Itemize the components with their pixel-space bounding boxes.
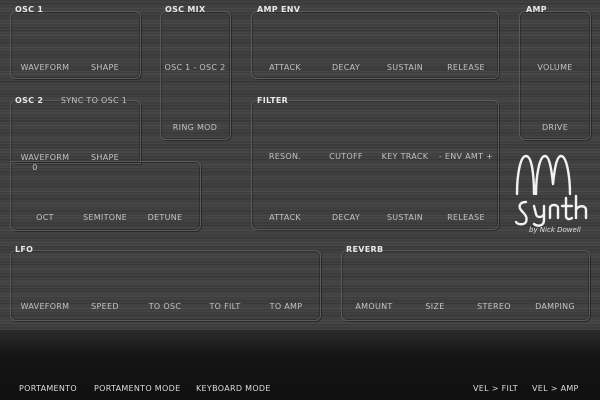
osc-mix-frame	[160, 11, 231, 140]
reverb-stereo-control[interactable]: STEREO	[477, 302, 511, 311]
amp-volume-control[interactable]: VOLUME	[537, 63, 572, 72]
filter-cutoff-control[interactable]: CUTOFF	[329, 152, 363, 161]
osc2-detune-control[interactable]: DETUNE	[148, 213, 183, 222]
osc1-shape-control[interactable]: SHAPE	[91, 63, 119, 72]
amsynth-logo	[514, 154, 588, 227]
amp-env-title: AMP ENV	[257, 5, 301, 14]
amp-env-sustain-control[interactable]: SUSTAIN	[387, 63, 423, 72]
osc-mix-title: OSC MIX	[165, 5, 206, 14]
portamento-mode-selector[interactable]: PORTAMENTO MODE	[94, 384, 180, 393]
filter-decay-control[interactable]: DECAY	[332, 213, 360, 222]
ring-mod-control[interactable]: RING MOD	[173, 123, 217, 132]
osc2-waveform-control[interactable]: WAVEFORM	[21, 153, 70, 162]
vel-filt-control[interactable]: VEL > FILT	[473, 384, 518, 393]
lfo-to-osc-control[interactable]: TO OSC	[149, 302, 182, 311]
filter-key-track-control[interactable]: KEY TRACK	[382, 152, 429, 161]
amp-env-attack-control[interactable]: ATTACK	[269, 63, 301, 72]
lfo-to-filt-control[interactable]: TO FILT	[209, 302, 240, 311]
reverb-damping-control[interactable]: DAMPING	[535, 302, 575, 311]
filter-attack-control[interactable]: ATTACK	[269, 213, 301, 222]
synth-panel: OSC 1 WAVEFORM SHAPE OSC MIX OSC 1 - OSC…	[0, 0, 600, 330]
osc2-oct-control[interactable]: OCT	[36, 213, 54, 222]
osc1-title: OSC 1	[15, 5, 44, 14]
amp-frame	[519, 11, 591, 140]
filter-release-control[interactable]: RELEASE	[447, 213, 485, 222]
filter-title: FILTER	[257, 96, 289, 105]
osc2-sync-toggle[interactable]: SYNC TO OSC 1	[61, 96, 127, 105]
reverb-size-control[interactable]: SIZE	[425, 302, 444, 311]
filter-frame	[251, 100, 499, 230]
vel-amp-control[interactable]: VEL > AMP	[532, 384, 579, 393]
amp-title: AMP	[526, 5, 547, 14]
reverb-amount-control[interactable]: AMOUNT	[355, 302, 392, 311]
logo-credit: by Nick Dowell	[529, 226, 581, 234]
lfo-title: LFO	[15, 245, 34, 254]
amp-drive-control[interactable]: DRIVE	[542, 123, 568, 132]
osc2-semitone-control[interactable]: SEMITONE	[83, 213, 127, 222]
osc2-title: OSC 2	[15, 96, 44, 105]
lfo-to-amp-control[interactable]: TO AMP	[270, 302, 303, 311]
keyboard-mode-selector[interactable]: KEYBOARD MODE	[196, 384, 271, 393]
osc2-shape-control[interactable]: SHAPE	[91, 153, 119, 162]
lfo-speed-control[interactable]: SPEED	[91, 302, 119, 311]
osc2-waveform-value: 0	[32, 163, 38, 172]
osc-mix-control[interactable]: OSC 1 - OSC 2	[164, 63, 225, 72]
amp-env-release-control[interactable]: RELEASE	[447, 63, 485, 72]
osc1-waveform-control[interactable]: WAVEFORM	[21, 63, 70, 72]
reverb-title: REVERB	[346, 245, 384, 254]
lfo-waveform-control[interactable]: WAVEFORM	[21, 302, 70, 311]
filter-env-amt-control[interactable]: - ENV AMT +	[439, 152, 493, 161]
filter-sustain-control[interactable]: SUSTAIN	[387, 213, 423, 222]
portamento-control[interactable]: PORTAMENTO	[19, 384, 77, 393]
amp-env-decay-control[interactable]: DECAY	[332, 63, 360, 72]
filter-reson-control[interactable]: RESON.	[269, 152, 301, 161]
